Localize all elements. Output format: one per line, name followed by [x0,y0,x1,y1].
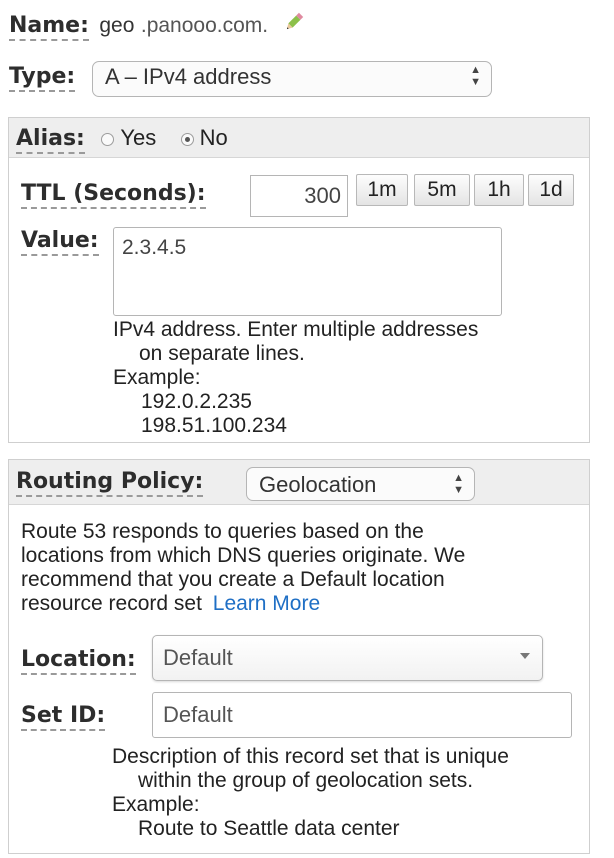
routing-policy-label: Routing Policy: [16,469,204,497]
type-select[interactable]: A – IPv4 address ▲ ▼ [92,61,492,97]
location-label: Location: [21,647,136,675]
value-label: Value: [21,228,99,256]
ttl-label: TTL (Seconds): [21,181,206,209]
location-selected: Default [163,645,233,670]
set-id-label: Set ID: [21,703,106,731]
alias-label: Alias: [16,126,85,154]
pencil-icon[interactable] [283,11,305,38]
type-label: Type: [9,64,76,92]
name-value: geo [99,14,135,37]
value-textarea[interactable]: 2.3.4.5 [113,227,502,316]
dropdown-caret-icon [520,653,530,659]
select-arrows-icon: ▲ ▼ [470,64,481,88]
routing-policy-select[interactable]: Geolocation ▲ ▼ [246,467,475,501]
ttl-1h-button[interactable]: 1h [474,174,524,206]
name-label: Name: [9,13,89,41]
value-help: IPv4 address. Enter multiple addresses o… [113,318,479,437]
ttl-1m-button[interactable]: 1m [356,174,408,206]
set-id-input[interactable]: Default [152,692,572,738]
radio-yes[interactable] [101,132,115,146]
select-arrows-icon: ▲ ▼ [453,472,464,496]
alias-header: Alias: Yes No [9,118,589,158]
location-select[interactable]: Default [152,635,543,681]
name-domain: .panooo.com. [140,14,269,37]
radio-no[interactable] [180,132,194,146]
alias-option-yes[interactable]: Yes [101,125,156,151]
learn-more-link[interactable]: Learn More [213,592,320,615]
ttl-input[interactable]: 300 [250,175,348,217]
alias-option-no[interactable]: No [180,125,228,151]
record-section: Alias: Yes No TTL (Seconds): 300 1m 5m 1… [8,117,590,443]
name-row: Name: geo .panooo.com. [9,11,305,41]
type-row: Type: [9,64,76,92]
ttl-1d-button[interactable]: 1d [528,174,574,206]
routing-description: Route 53 responds to queries based on th… [21,520,466,615]
ttl-5m-button[interactable]: 5m [414,174,470,206]
routing-policy-selected: Geolocation [259,472,377,497]
type-selected: A – IPv4 address [105,64,272,89]
set-id-help: Description of this record set that is u… [112,745,509,840]
routing-section: Routing Policy: Geolocation ▲ ▼ Route 53 … [8,459,590,854]
